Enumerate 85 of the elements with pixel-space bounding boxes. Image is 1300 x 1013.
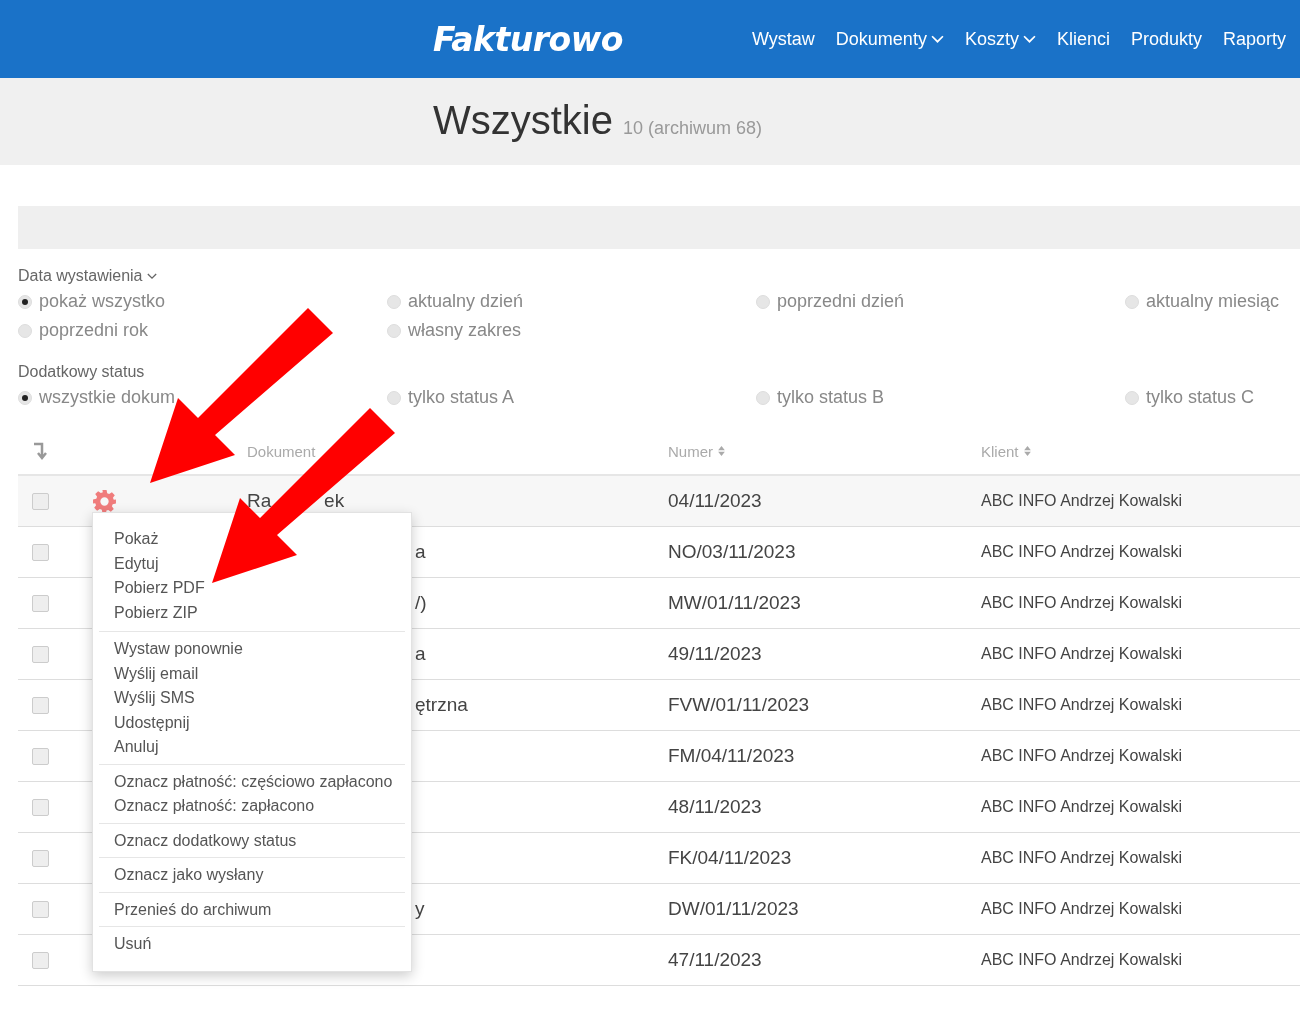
table-cell: FM/04/11/2023 (668, 745, 795, 766)
radio-button[interactable] (756, 390, 770, 405)
nav-link[interactable]: Klienci (1056, 28, 1110, 50)
radio-button[interactable] (387, 323, 401, 338)
radio-label: poprzedni dzień (777, 291, 905, 312)
table-cell-text: a (414, 541, 426, 562)
nav-link[interactable]: Dokumenty (835, 28, 944, 50)
logo[interactable]: Fakturowo (433, 19, 752, 59)
row-checkbox[interactable] (31, 594, 49, 612)
table-cell: NO/03/11/2023 (668, 541, 796, 562)
menu-item[interactable]: Oznacz dodatkowy status (99, 828, 405, 853)
table-cell-text: ętrzna (414, 694, 468, 715)
row-checkbox[interactable] (31, 849, 49, 867)
table-cell: 47/11/2023 (668, 949, 762, 970)
radio-button[interactable] (18, 294, 32, 309)
menu-item[interactable]: Pobierz ZIP (99, 600, 405, 625)
radio-label: tylko status B (777, 387, 885, 408)
menu-item[interactable]: Usuń (99, 932, 405, 957)
table-cell: ABC INFO Andrzej Kowalski (981, 696, 1182, 713)
radio-button[interactable] (1125, 294, 1139, 309)
menu-item[interactable]: Przenieś do archiwum (99, 897, 405, 922)
menu-item[interactable]: Anuluj (99, 735, 405, 760)
radio-button[interactable] (18, 323, 32, 338)
table-cell: ABC INFO Andrzej Kowalski (981, 951, 1182, 968)
menu-item[interactable]: Wyślij email (99, 661, 405, 686)
gear-icon[interactable] (92, 488, 117, 514)
menu-item[interactable]: Edytuj (99, 551, 405, 576)
table-cell: ABC INFO Andrzej Kowalski (981, 594, 1182, 611)
radio-button[interactable] (18, 390, 32, 405)
table-cell: 04/11/2023 (668, 490, 762, 511)
radio-label: aktualny miesiąc (1146, 291, 1280, 312)
table-cell: MW/01/11/2023 (668, 592, 801, 613)
radio-label: pokaż wszystko (39, 291, 166, 312)
menu-item[interactable]: Wyślij SMS (99, 686, 405, 711)
radio-button[interactable] (1125, 390, 1139, 405)
row-checkbox[interactable] (31, 645, 49, 663)
nav-link[interactable]: Koszty (964, 28, 1036, 50)
radio-label: aktualny dzień (408, 291, 524, 312)
table-cell: FVW/01/11/2023 (668, 694, 810, 715)
radio-label: tylko status C (1146, 387, 1255, 408)
radio-label: tylko status A (408, 387, 515, 408)
menu-item[interactable]: Udostępnij (99, 710, 405, 735)
nav-link[interactable]: Produkty (1130, 28, 1202, 50)
menu-item[interactable]: Oznacz płatność: zapłacono (99, 794, 405, 819)
table-cell-text: a (414, 643, 426, 664)
table-cell: ABC INFO Andrzej Kowalski (981, 645, 1182, 662)
sort-icon[interactable] (1023, 446, 1031, 456)
radio-label: wszystkie dokum (39, 387, 176, 408)
sort-icon[interactable] (33, 441, 47, 461)
filter-label[interactable]: Data wystawienia (18, 267, 143, 285)
menu-item[interactable]: Pobierz PDF (99, 576, 405, 601)
row-checkbox[interactable] (31, 543, 49, 561)
table-cell: FK/04/11/2023 (668, 847, 792, 868)
row-checkbox[interactable] (31, 747, 49, 765)
table-cell: ABC INFO Andrzej Kowalski (981, 798, 1182, 815)
table-cell: 49/11/2023 (668, 643, 762, 664)
document-count: 10 (archiwum 68) (623, 118, 763, 139)
row-checkbox[interactable] (31, 951, 49, 969)
table-cell: 48/11/2023 (668, 796, 762, 817)
menu-item[interactable]: Pokaż (99, 527, 405, 552)
menu-item[interactable]: Wystaw ponownie (99, 637, 405, 662)
table-cell: ABC INFO Andrzej Kowalski (981, 747, 1182, 764)
row-checkbox[interactable] (31, 696, 49, 714)
table-cell: ABC INFO Andrzej Kowalski (981, 492, 1182, 509)
table-cell: ABC INFO Andrzej Kowalski (981, 900, 1182, 917)
table-cell: DW/01/11/2023 (668, 898, 799, 919)
radio-button[interactable] (387, 294, 401, 309)
row-checkbox[interactable] (31, 798, 49, 816)
row-checkbox[interactable] (31, 900, 49, 918)
table-cell: ABC INFO Andrzej Kowalski (981, 543, 1182, 560)
table-cell-text: /) (414, 592, 427, 613)
table-cell: Ra ek (247, 490, 345, 511)
nav-link[interactable]: Raporty (1223, 28, 1287, 50)
page-title: Wszystkie (433, 98, 613, 143)
radio-button[interactable] (756, 294, 770, 309)
sort-icon[interactable] (718, 446, 725, 456)
filter-label[interactable]: Dodatkowy status (18, 363, 145, 381)
nav-link[interactable]: Wystaw (752, 28, 815, 50)
radio-button[interactable] (387, 390, 401, 405)
menu-item[interactable]: Oznacz płatność: częściowo zapłacono (99, 769, 405, 794)
table-cell: ABC INFO Andrzej Kowalski (981, 849, 1182, 866)
row-checkbox[interactable] (31, 492, 49, 510)
menu-item[interactable]: Oznacz jako wysłany (99, 863, 405, 888)
radio-label: własny zakres (408, 320, 522, 341)
radio-label: poprzedni rok (39, 320, 149, 341)
